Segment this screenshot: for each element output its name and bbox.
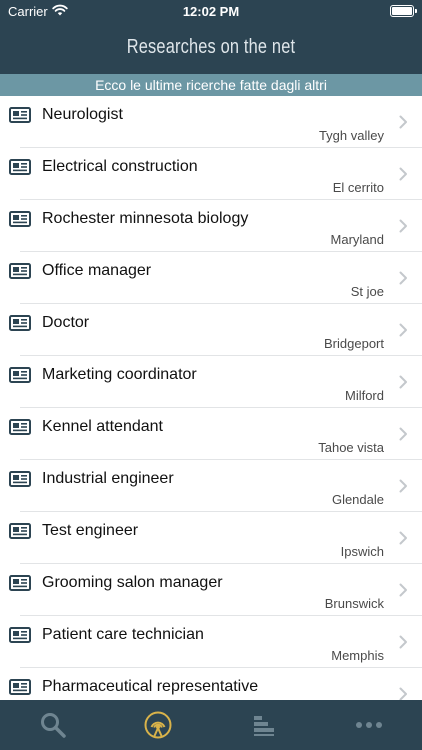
chevron-right-icon xyxy=(399,323,407,337)
item-title: Neurologist xyxy=(42,106,123,123)
newspaper-icon xyxy=(9,107,31,123)
item-title: Office manager xyxy=(42,262,152,279)
tab-stats[interactable] xyxy=(211,700,317,750)
chevron-right-icon xyxy=(399,531,407,545)
newspaper-icon xyxy=(9,159,31,175)
bar-chart-icon xyxy=(253,716,274,736)
newspaper-icon xyxy=(9,523,31,539)
chevron-right-icon xyxy=(399,115,407,129)
list-item[interactable]: Electrical construction El cerrito xyxy=(0,148,422,200)
list-item[interactable]: Grooming salon manager Brunswick xyxy=(0,564,422,616)
newspaper-icon xyxy=(9,211,31,227)
battery-icon xyxy=(390,5,417,17)
list-item[interactable]: Test engineer Ipswich xyxy=(0,512,422,564)
item-title: Electrical construction xyxy=(42,158,198,175)
list-item[interactable]: Patient care technician Memphis xyxy=(0,616,422,668)
chevron-right-icon xyxy=(399,375,407,389)
chevron-right-icon xyxy=(399,271,407,285)
item-location: Maryland xyxy=(330,232,384,247)
list-item[interactable]: Marketing coordinator Milford xyxy=(0,356,422,408)
newspaper-icon xyxy=(9,367,31,383)
item-title: Test engineer xyxy=(42,522,139,539)
item-title: Industrial engineer xyxy=(42,470,174,487)
item-location: Ipswich xyxy=(340,544,384,559)
more-icon xyxy=(356,722,383,728)
chevron-right-icon xyxy=(399,479,407,493)
list-item[interactable]: Doctor Bridgeport xyxy=(0,304,422,356)
item-location: Glendale xyxy=(331,492,384,507)
chevron-right-icon xyxy=(399,167,407,181)
item-title: Rochester minnesota biology xyxy=(42,210,249,227)
chevron-right-icon xyxy=(399,219,407,233)
item-title: Pharmaceutical representative xyxy=(42,678,259,695)
status-time: 12:02 PM xyxy=(182,4,240,19)
item-location: Memphis xyxy=(331,648,384,663)
item-title: Kennel attendant xyxy=(42,418,163,435)
info-banner: Ecco le ultime ricerche fatte dagli altr… xyxy=(0,74,422,96)
item-location: Tahoe vista xyxy=(318,440,384,455)
list-item[interactable]: Office manager St joe xyxy=(0,252,422,304)
list-item[interactable]: Neurologist Tygh valley xyxy=(0,96,422,148)
list-item[interactable]: Industrial engineer Glendale xyxy=(0,460,422,512)
item-location: Milford xyxy=(344,388,384,403)
item-location: El cerrito xyxy=(332,180,384,195)
item-location: Brunswick xyxy=(324,596,384,611)
newspaper-icon xyxy=(9,315,31,331)
list-item[interactable]: Kennel attendant Tahoe vista xyxy=(0,408,422,460)
list-item[interactable]: Rochester minnesota biology Maryland xyxy=(0,200,422,252)
search-icon xyxy=(40,713,66,738)
newspaper-icon xyxy=(9,627,31,643)
item-title: Grooming salon manager xyxy=(42,574,223,591)
newspaper-icon xyxy=(9,575,31,591)
chevron-right-icon xyxy=(399,635,407,649)
top-bar: Carrier 12:02 PM Researches on the net xyxy=(0,0,422,74)
list-item[interactable]: Pharmaceutical representative xyxy=(0,668,422,700)
broadcast-icon xyxy=(144,711,172,739)
tab-bar xyxy=(0,700,422,750)
tab-broadcast[interactable] xyxy=(106,700,212,750)
item-title: Doctor xyxy=(42,314,90,331)
item-location: Bridgeport xyxy=(324,336,384,351)
status-bar: Carrier 12:02 PM xyxy=(0,0,422,22)
item-title: Marketing coordinator xyxy=(42,366,197,383)
newspaper-icon xyxy=(9,419,31,435)
item-location: St joe xyxy=(350,284,384,299)
chevron-right-icon xyxy=(399,583,407,597)
item-title: Patient care technician xyxy=(42,626,204,643)
search-list: Neurologist Tygh valley Electrical constru… xyxy=(0,96,422,700)
newspaper-icon xyxy=(9,679,31,695)
tab-more[interactable] xyxy=(317,700,422,750)
newspaper-icon xyxy=(9,471,31,487)
item-location: Tygh valley xyxy=(318,128,384,143)
chevron-right-icon xyxy=(399,687,407,700)
chevron-right-icon xyxy=(399,427,407,441)
page-title: Researches on the net xyxy=(126,36,296,58)
tab-search[interactable] xyxy=(0,700,106,750)
newspaper-icon xyxy=(9,263,31,279)
